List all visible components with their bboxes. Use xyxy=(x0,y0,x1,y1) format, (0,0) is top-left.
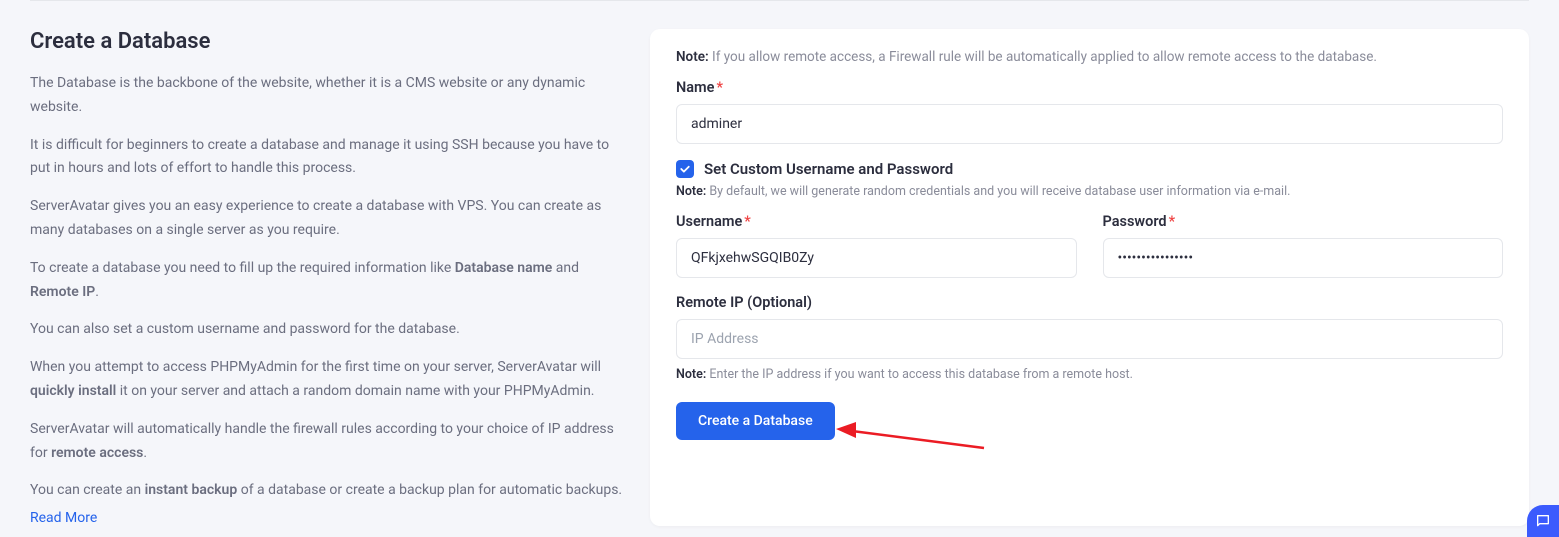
chat-icon xyxy=(1535,513,1551,529)
remote-ip-label: Remote IP (Optional) xyxy=(676,294,1503,311)
firewall-note: Note: If you allow remote access, a Fire… xyxy=(676,49,1503,65)
page-title: Create a Database xyxy=(30,29,630,54)
info-text: ServerAvatar will automatically handle t… xyxy=(30,418,630,466)
create-database-button[interactable]: Create a Database xyxy=(676,402,835,440)
required-icon: * xyxy=(716,79,723,96)
name-input[interactable] xyxy=(676,104,1503,144)
info-text: To create a database you need to fill up… xyxy=(30,257,630,305)
username-input[interactable] xyxy=(676,238,1077,278)
custom-credentials-label: Set Custom Username and Password xyxy=(704,160,953,178)
required-icon: * xyxy=(744,213,751,230)
chat-widget-icon[interactable] xyxy=(1527,505,1559,537)
password-label: Password* xyxy=(1103,213,1504,230)
name-label: Name* xyxy=(676,79,1503,96)
check-icon xyxy=(679,163,691,175)
info-panel: Create a Database The Database is the ba… xyxy=(30,29,630,526)
info-text: You can also set a custom username and p… xyxy=(30,318,630,342)
custom-credentials-checkbox[interactable] xyxy=(676,160,694,178)
password-input[interactable] xyxy=(1103,238,1504,278)
info-text: You can create an instant backup of a da… xyxy=(30,479,630,503)
username-label: Username* xyxy=(676,213,1077,230)
info-text: When you attempt to access PHPMyAdmin fo… xyxy=(30,356,630,404)
credentials-note: Note: By default, we will generate rando… xyxy=(676,184,1503,199)
info-text: ServerAvatar gives you an easy experienc… xyxy=(30,195,630,243)
info-text: It is difficult for beginners to create … xyxy=(30,134,630,182)
read-more-link[interactable]: Read More xyxy=(30,510,97,526)
required-icon: * xyxy=(1169,213,1176,230)
remote-ip-input[interactable] xyxy=(676,319,1503,359)
info-text: The Database is the backbone of the webs… xyxy=(30,72,630,120)
remote-ip-note: Note: Enter the IP address if you want t… xyxy=(676,367,1503,382)
form-panel: Note: If you allow remote access, a Fire… xyxy=(650,29,1529,526)
